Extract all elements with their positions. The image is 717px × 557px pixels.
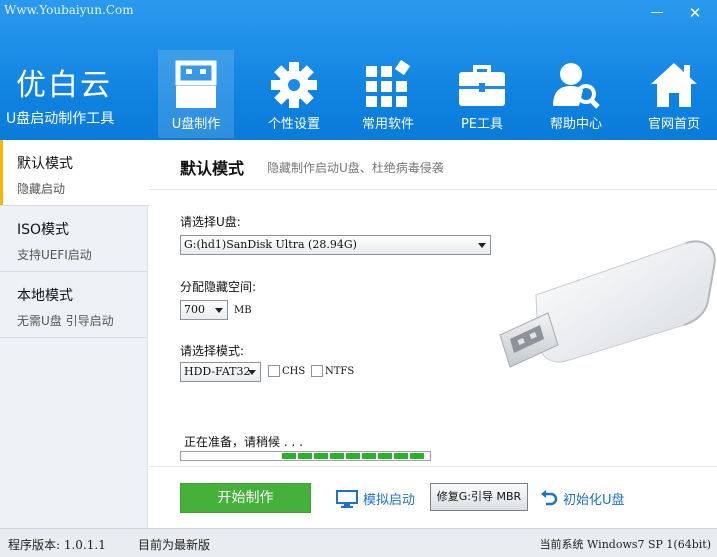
status-bar: 程序版本: 1.0.1.1 目前为最新版 当前系统 Windows7 SP 1(… [0, 528, 717, 557]
mode-sidebar: 默认模式 隐藏启动 ISO模式 支持UEFI启动 本地模式 无需U盘 引导启动 [0, 140, 149, 528]
brand: 优白云 U盘启动制作工具 [0, 60, 150, 128]
brand-title: 优白云 [16, 68, 112, 103]
os-info-text: 当前系统 Windows7 SP 1(64bit) [539, 538, 711, 551]
sidebar-item-local-mode[interactable]: 本地模式 无需U盘 引导启动 [0, 272, 147, 338]
progress-segment [410, 453, 424, 459]
chs-checkbox[interactable]: CHS [268, 365, 305, 377]
toolbox-icon [459, 65, 505, 106]
latest-version-text: 目前为最新版 [138, 538, 211, 552]
start-button[interactable]: 开始制作 [180, 483, 311, 513]
usb-drive-illustration [499, 240, 716, 368]
sidebar-item-title: 默认模式 [17, 156, 73, 172]
progress-segment [394, 453, 408, 459]
sidebar-item-subtitle: 隐藏启动 [17, 182, 66, 196]
sidebar-item-title: ISO模式 [17, 222, 70, 238]
brand-subtitle: U盘启动制作工具 [6, 111, 115, 127]
action-bar: 开始制作 模拟启动 修复G:引导 MBR 初始化U盘 [149, 466, 717, 528]
sidebar-item-default-mode[interactable]: 默认模式 隐藏启动 [0, 140, 149, 206]
hidden-space-label: 分配隐藏空间: [180, 280, 257, 294]
progress-segment [298, 453, 312, 459]
nav-label: PE工具 [460, 117, 504, 132]
chevron-down-icon [478, 243, 486, 248]
ntfs-checkbox[interactable]: NTFS [311, 365, 354, 377]
sidebar-item-subtitle: 支持UEFI启动 [17, 248, 92, 262]
nav-label: 常用软件 [361, 117, 414, 132]
grid-apps-icon [366, 60, 411, 107]
ntfs-label: NTFS [325, 365, 355, 377]
mode-select-value: HDD-FAT32 [184, 365, 251, 378]
nav-usb-make[interactable]: U盘制作 [158, 50, 234, 138]
init-usb-link[interactable]: 初始化U盘 [540, 489, 625, 508]
progress-segment [346, 453, 360, 459]
nav-label: 帮助中心 [549, 117, 602, 132]
title-header: Www.Youbaiyun.Com — ✕ 优白云 U盘启动制作工具 U盘制作 [0, 0, 717, 140]
site-url[interactable]: Www.Youbaiyun.Com [4, 3, 134, 17]
nav-label: U盘制作 [171, 117, 221, 132]
main-header: 默认模式 隐藏制作启动U盘、杜绝病毒侵袭 [149, 140, 717, 190]
space-unit: MB [234, 305, 252, 316]
chevron-down-icon [248, 370, 256, 375]
close-button[interactable]: ✕ [686, 6, 704, 21]
checkbox-box[interactable] [311, 365, 323, 377]
main-nav: U盘制作 个性设置 常用软件 PE工具 帮助中心 官网首页 [158, 50, 717, 138]
mode-select[interactable]: HDD-FAT32 [180, 362, 261, 382]
repair-mbr-button[interactable]: 修复G:引导 MBR [430, 483, 528, 511]
progress-segment [378, 453, 392, 459]
hidden-space-value: 700 [184, 303, 205, 316]
minimize-button[interactable]: — [648, 6, 666, 20]
nav-label: 官网首页 [647, 117, 700, 132]
init-usb-label: 初始化U盘 [563, 493, 625, 508]
nav-label: 个性设置 [267, 117, 320, 132]
usb-select[interactable]: G:(hd1)SanDisk Ultra (28.94G) [180, 235, 491, 255]
sidebar-item-subtitle: 无需U盘 引导启动 [17, 314, 114, 328]
hidden-space-select[interactable]: 700 [180, 300, 228, 320]
mode-label: 请选择模式: [180, 344, 245, 358]
simulate-boot-link[interactable]: 模拟启动 [336, 489, 415, 508]
progress-bar [180, 451, 431, 461]
progress-segment [330, 453, 344, 459]
chs-label: CHS [282, 365, 306, 377]
version-text: 程序版本: 1.0.1.1 [8, 538, 106, 552]
nav-pe-tools[interactable]: PE工具 [443, 50, 521, 138]
chevron-down-icon [215, 308, 223, 313]
progress-segment [314, 453, 328, 459]
nav-help-center[interactable]: 帮助中心 [537, 50, 615, 138]
checkbox-box[interactable] [268, 365, 280, 377]
progress-segment [282, 453, 296, 459]
main-panel: 默认模式 隐藏制作启动U盘、杜绝病毒侵袭 请选择U盘: G:(hd1)SanDi… [149, 140, 717, 528]
status-text: 正在准备，请稍候 . . . [184, 435, 303, 449]
user-search-icon [553, 63, 600, 109]
nav-common-software[interactable]: 常用软件 [349, 50, 427, 138]
usb-drive-icon [175, 60, 217, 108]
monitor-icon [336, 489, 358, 508]
page-description: 隐藏制作启动U盘、杜绝病毒侵袭 [267, 161, 444, 175]
page-title: 默认模式 [180, 159, 245, 178]
sidebar-item-iso-mode[interactable]: ISO模式 支持UEFI启动 [0, 206, 147, 272]
progress-segment [362, 453, 376, 459]
nav-personal-settings[interactable]: 个性设置 [255, 50, 333, 138]
undo-icon [541, 489, 558, 505]
home-icon [651, 63, 697, 107]
simulate-boot-label: 模拟启动 [363, 493, 416, 508]
select-usb-label: 请选择U盘: [180, 215, 241, 229]
gear-icon [271, 62, 317, 108]
nav-official-home[interactable]: 官网首页 [635, 50, 713, 138]
sidebar-item-title: 本地模式 [17, 288, 73, 304]
usb-select-value: G:(hd1)SanDisk Ultra (28.94G) [184, 238, 357, 251]
